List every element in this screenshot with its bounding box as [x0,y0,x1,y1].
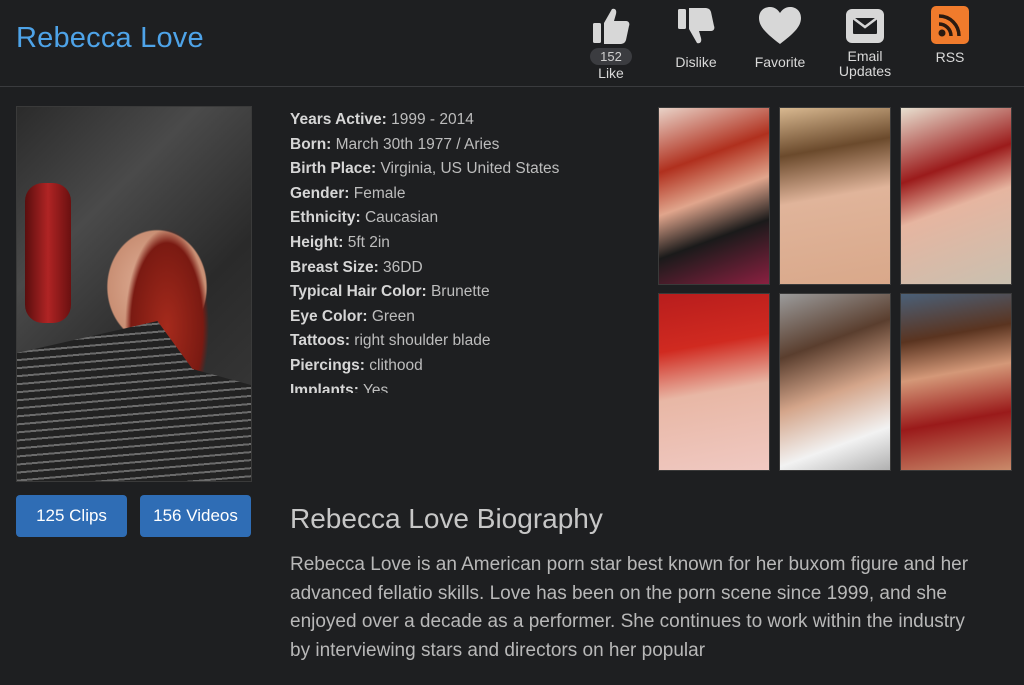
clips-button[interactable]: 125 Clips [16,495,127,537]
profile-info-list: Years Active: 1999 - 2014 Born: March 30… [290,108,650,393]
rss-icon [931,6,969,44]
favorite-button[interactable]: Favorite [748,6,812,70]
gallery-thumbnail[interactable] [900,107,1012,285]
info-row-tattoos: Tattoos: right shoulder blade [290,332,491,350]
thumbs-down-icon [678,8,715,44]
envelope-icon [846,9,884,43]
gallery-thumbnail[interactable] [900,293,1012,471]
info-row-breast-size: Breast Size: 36DD [290,258,423,276]
info-row-hair-color: Typical Hair Color: Brunette [290,283,490,301]
info-row-height: Height: 5ft 2in [290,233,390,251]
profile-photo[interactable] [16,106,252,482]
info-row-eye-color: Eye Color: Green [290,307,415,325]
gallery-thumbnail[interactable] [779,107,891,285]
gallery-thumbnail[interactable] [779,293,891,471]
email-updates-label: Email Updates [832,49,898,79]
email-label-line1: Email [847,48,883,64]
info-row-years-active: Years Active: 1999 - 2014 [290,111,474,128]
info-row-born: Born: March 30th 1977 / Aries [290,135,500,153]
info-row-piercings: Piercings: clithood [290,356,423,374]
thumbs-up-icon [593,8,630,44]
gallery-thumbnail[interactable] [658,107,770,285]
biography-text: Rebecca Love is an American porn star be… [290,554,969,661]
favorite-label: Favorite [754,54,806,70]
info-row-ethnicity: Ethnicity: Caucasian [290,209,439,227]
gallery-thumbnail[interactable] [658,293,770,471]
like-count: 152 [590,48,632,65]
videos-button[interactable]: 156 Videos [140,495,251,537]
rss-button[interactable]: RSS [925,6,975,65]
profile-header: Rebecca Love 152 Like Dislike Favorite E [0,0,1024,87]
like-label: Like [598,65,624,81]
info-row-implants: Implants: Yes [290,381,389,393]
rss-label: RSS [935,49,965,65]
email-label-line2: Updates [838,63,892,79]
like-button[interactable]: 152 Like [585,6,637,81]
email-updates-button[interactable]: Email Updates [832,6,898,79]
heart-icon [759,7,801,44]
dislike-label: Dislike [675,54,717,70]
info-row-gender: Gender: Female [290,184,406,202]
biography-heading: Rebecca Love Biography [290,503,603,534]
page-title: Rebecca Love [16,22,204,54]
dislike-button[interactable]: Dislike [668,6,724,70]
info-row-birth-place: Birth Place: Virginia, US United States [290,160,560,178]
